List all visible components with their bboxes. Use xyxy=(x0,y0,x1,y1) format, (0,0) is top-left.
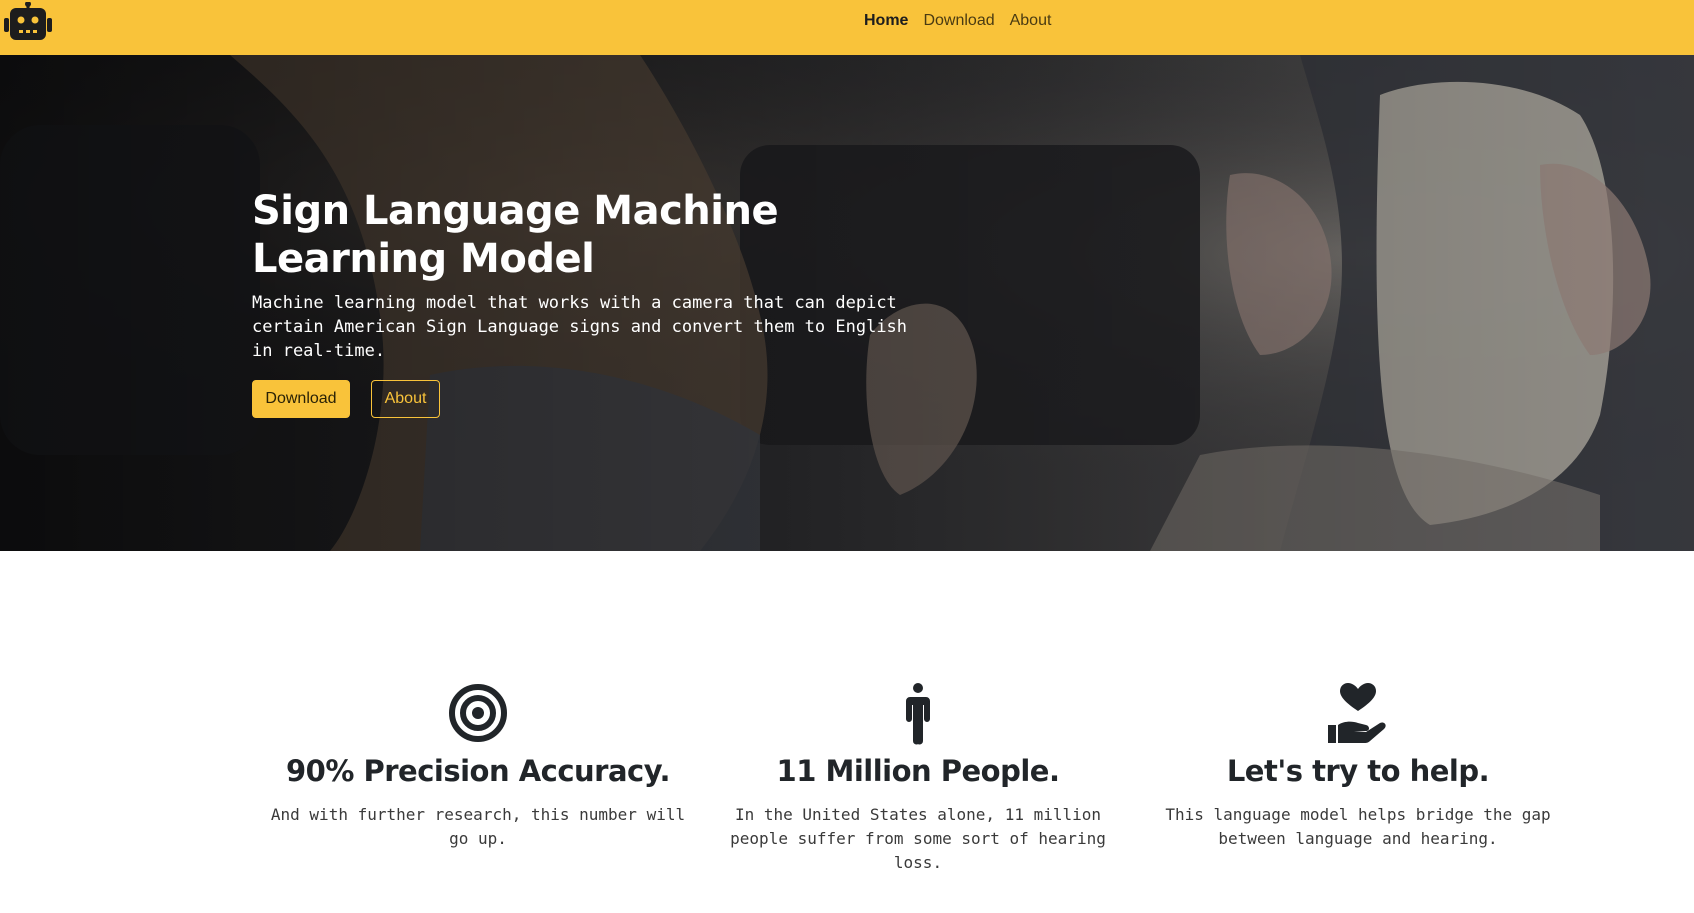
nav-links: Home Download About xyxy=(864,0,1051,42)
top-navbar: Home Download About xyxy=(0,0,1694,55)
nav-link-about[interactable]: About xyxy=(1010,12,1052,30)
feature-accuracy: 90% Precision Accuracy. And with further… xyxy=(268,681,688,851)
person-icon xyxy=(906,683,930,745)
hero-about-button[interactable]: About xyxy=(371,380,440,418)
feature-title: Let's try to help. xyxy=(1226,754,1490,788)
feature-help: Let's try to help. This language model h… xyxy=(1158,681,1558,851)
feature-text: And with further research, this number w… xyxy=(270,805,686,848)
feature-title: 90% Precision Accuracy. xyxy=(285,754,671,788)
feature-text: This language model helps bridge the gap… xyxy=(1165,805,1551,848)
hero-download-button[interactable]: Download xyxy=(252,380,350,418)
nav-link-download[interactable]: Download xyxy=(923,12,994,30)
features-section: 90% Precision Accuracy. And with further… xyxy=(0,551,1694,913)
hero-title: Sign Language Machine Learning Model xyxy=(252,188,779,282)
nav-link-home[interactable]: Home xyxy=(864,12,908,30)
feature-title: 11 Million People. xyxy=(776,754,1060,788)
hero-description: Machine learning model that works with a… xyxy=(252,293,908,361)
hand-heart-icon xyxy=(1328,683,1386,743)
feature-people: 11 Million People. In the United States … xyxy=(728,681,1108,875)
feature-text: In the United States alone, 11 million p… xyxy=(730,805,1106,872)
hero-section: Sign Language Machine Learning Model Mac… xyxy=(0,55,1694,551)
robot-logo-icon[interactable] xyxy=(2,2,54,42)
target-icon xyxy=(449,684,507,742)
